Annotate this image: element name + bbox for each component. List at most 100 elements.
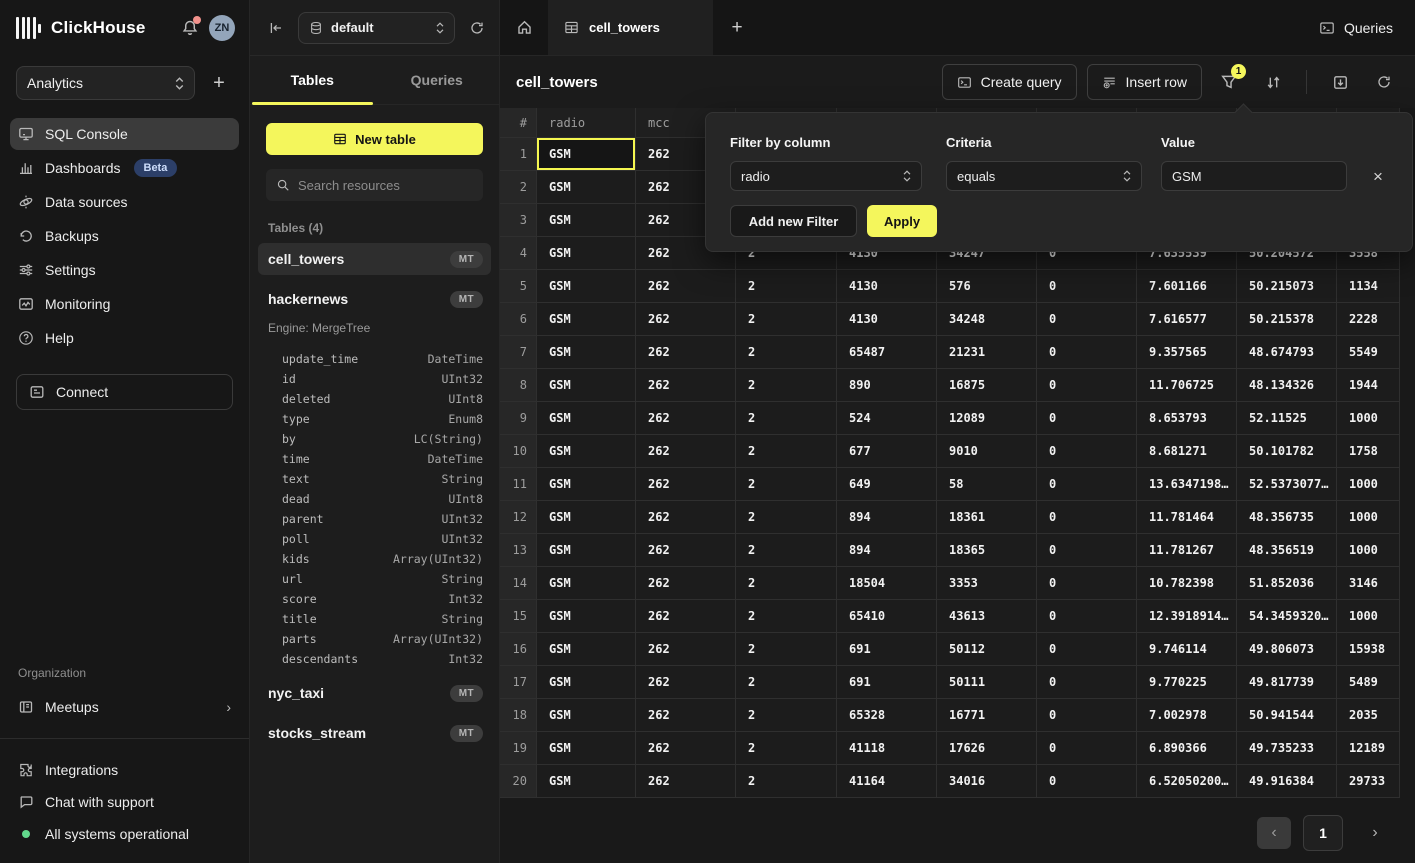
data-cell[interactable]: 50.215073 bbox=[1237, 270, 1337, 303]
data-cell[interactable]: 2 bbox=[736, 666, 837, 699]
data-cell[interactable]: 65410 bbox=[837, 600, 937, 633]
selected-data-cell[interactable]: GSM bbox=[537, 138, 636, 171]
table-item-cell-towers[interactable]: cell_towers MT bbox=[258, 243, 491, 275]
data-cell[interactable]: 2 bbox=[736, 336, 837, 369]
data-cell[interactable]: 262 bbox=[636, 567, 736, 600]
data-cell[interactable]: 49.817739 bbox=[1237, 666, 1337, 699]
data-cell[interactable]: GSM bbox=[537, 402, 636, 435]
data-cell[interactable]: 0 bbox=[1037, 534, 1137, 567]
sidebar-item-meetups[interactable]: Meetups › bbox=[10, 690, 239, 724]
data-cell[interactable]: 0 bbox=[1037, 501, 1137, 534]
data-cell[interactable]: 890 bbox=[837, 369, 937, 402]
data-cell[interactable]: 16875 bbox=[937, 369, 1037, 402]
data-cell[interactable]: 50.941544 bbox=[1237, 699, 1337, 732]
data-cell[interactable]: 1134 bbox=[1337, 270, 1400, 303]
data-cell[interactable]: 12089 bbox=[937, 402, 1037, 435]
table-item-hackernews[interactable]: hackernews MT bbox=[258, 283, 491, 315]
connect-button[interactable]: Connect bbox=[16, 374, 233, 410]
notifications-button[interactable] bbox=[181, 19, 199, 37]
data-cell[interactable]: 2 bbox=[736, 600, 837, 633]
home-button[interactable] bbox=[500, 0, 548, 55]
data-cell[interactable]: 50111 bbox=[937, 666, 1037, 699]
data-cell[interactable]: 1000 bbox=[1337, 501, 1400, 534]
data-cell[interactable]: 0 bbox=[1037, 567, 1137, 600]
data-cell[interactable]: 262 bbox=[636, 270, 736, 303]
data-cell[interactable]: 8.681271 bbox=[1137, 435, 1237, 468]
sidebar-item-sql-console[interactable]: SQL Console bbox=[10, 118, 239, 150]
data-cell[interactable]: 65328 bbox=[837, 699, 937, 732]
data-cell[interactable]: 262 bbox=[636, 435, 736, 468]
data-cell[interactable]: 52.5373077… bbox=[1237, 468, 1337, 501]
sidebar-item-integrations[interactable]: Integrations bbox=[10, 755, 239, 785]
data-cell[interactable]: 1000 bbox=[1337, 402, 1400, 435]
filter-criteria-select[interactable]: equals bbox=[946, 161, 1142, 191]
data-cell[interactable]: 0 bbox=[1037, 732, 1137, 765]
data-cell[interactable]: 649 bbox=[837, 468, 937, 501]
data-cell[interactable]: 52.11525 bbox=[1237, 402, 1337, 435]
data-cell[interactable]: 677 bbox=[837, 435, 937, 468]
data-cell[interactable]: GSM bbox=[537, 501, 636, 534]
data-cell[interactable]: 262 bbox=[636, 732, 736, 765]
data-cell[interactable]: 4130 bbox=[837, 303, 937, 336]
data-cell[interactable]: 2228 bbox=[1337, 303, 1400, 336]
data-cell[interactable]: 7.616577 bbox=[1137, 303, 1237, 336]
data-cell[interactable]: 3146 bbox=[1337, 567, 1400, 600]
data-cell[interactable]: 0 bbox=[1037, 699, 1137, 732]
create-query-button[interactable]: Create query bbox=[942, 64, 1077, 100]
data-cell[interactable]: 5549 bbox=[1337, 336, 1400, 369]
data-cell[interactable]: 9.770225 bbox=[1137, 666, 1237, 699]
sort-button[interactable] bbox=[1256, 65, 1290, 99]
data-cell[interactable]: 894 bbox=[837, 501, 937, 534]
data-cell[interactable]: 262 bbox=[636, 633, 736, 666]
database-select[interactable]: default bbox=[298, 12, 455, 44]
data-cell[interactable]: 6.52050200… bbox=[1137, 765, 1237, 798]
queries-button[interactable]: Queries bbox=[1297, 0, 1415, 55]
data-cell[interactable]: 0 bbox=[1037, 600, 1137, 633]
data-cell[interactable]: 0 bbox=[1037, 765, 1137, 798]
data-cell[interactable]: 1944 bbox=[1337, 369, 1400, 402]
filter-column-select[interactable]: radio bbox=[730, 161, 922, 191]
data-cell[interactable]: 0 bbox=[1037, 270, 1137, 303]
add-new-filter-button[interactable]: Add new Filter bbox=[730, 205, 857, 237]
data-cell[interactable]: 524 bbox=[837, 402, 937, 435]
data-cell[interactable]: 13.6347198… bbox=[1137, 468, 1237, 501]
tab-queries[interactable]: Queries bbox=[375, 56, 500, 104]
data-cell[interactable]: 9.746114 bbox=[1137, 633, 1237, 666]
data-cell[interactable]: GSM bbox=[537, 369, 636, 402]
data-cell[interactable]: 48.134326 bbox=[1237, 369, 1337, 402]
data-cell[interactable]: GSM bbox=[537, 204, 636, 237]
data-cell[interactable]: 0 bbox=[1037, 666, 1137, 699]
data-cell[interactable]: 29733 bbox=[1337, 765, 1400, 798]
data-cell[interactable]: 1000 bbox=[1337, 600, 1400, 633]
data-cell[interactable]: 2 bbox=[736, 765, 837, 798]
data-cell[interactable]: GSM bbox=[537, 468, 636, 501]
data-cell[interactable]: 2 bbox=[736, 303, 837, 336]
data-cell[interactable]: GSM bbox=[537, 765, 636, 798]
data-cell[interactable]: GSM bbox=[537, 732, 636, 765]
tab-cell-towers[interactable]: cell_towers bbox=[548, 0, 713, 55]
data-cell[interactable]: 262 bbox=[636, 600, 736, 633]
prev-page-button[interactable]: ‹ bbox=[1257, 817, 1291, 849]
data-cell[interactable]: 262 bbox=[636, 666, 736, 699]
data-cell[interactable]: 48.356519 bbox=[1237, 534, 1337, 567]
data-cell[interactable]: 262 bbox=[636, 534, 736, 567]
data-cell[interactable]: 12.3918914… bbox=[1137, 600, 1237, 633]
data-cell[interactable]: 7.002978 bbox=[1137, 699, 1237, 732]
filter-value-input[interactable]: GSM bbox=[1161, 161, 1347, 191]
data-cell[interactable]: 691 bbox=[837, 666, 937, 699]
remove-filter-button[interactable]: × bbox=[1366, 165, 1390, 189]
data-cell[interactable]: 7.601166 bbox=[1137, 270, 1237, 303]
data-cell[interactable]: 65487 bbox=[837, 336, 937, 369]
data-cell[interactable]: 16771 bbox=[937, 699, 1037, 732]
workspace-select[interactable]: Analytics bbox=[16, 66, 195, 100]
data-cell[interactable]: 41164 bbox=[837, 765, 937, 798]
data-cell[interactable]: 2 bbox=[736, 501, 837, 534]
data-cell[interactable]: 11.706725 bbox=[1137, 369, 1237, 402]
data-cell[interactable]: 2035 bbox=[1337, 699, 1400, 732]
new-table-button[interactable]: New table bbox=[266, 123, 483, 155]
data-cell[interactable]: 2 bbox=[736, 633, 837, 666]
data-cell[interactable]: GSM bbox=[537, 336, 636, 369]
data-cell[interactable]: 17626 bbox=[937, 732, 1037, 765]
avatar[interactable]: ZN bbox=[209, 15, 235, 41]
data-cell[interactable]: GSM bbox=[537, 303, 636, 336]
